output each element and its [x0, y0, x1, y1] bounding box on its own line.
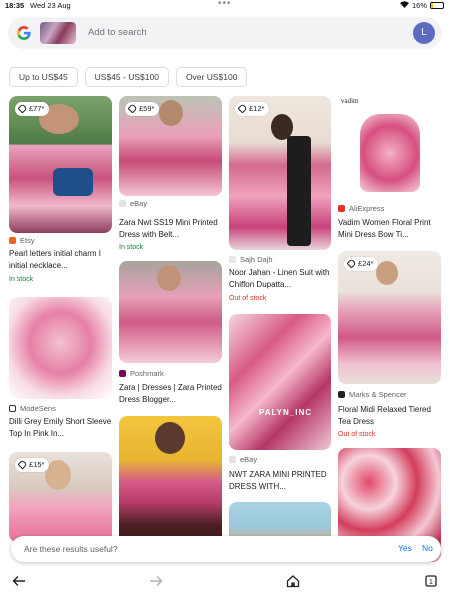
aliexpress-icon: [338, 205, 345, 212]
status-time: 18:35: [5, 1, 25, 10]
multitask-dots-icon[interactable]: •••: [218, 0, 232, 9]
result-image[interactable]: [119, 261, 222, 363]
clutch-bag-shape: [53, 168, 93, 196]
result-image[interactable]: PALYN_INC: [229, 314, 331, 450]
price-badge: £15*: [15, 458, 50, 472]
result-source: Poshmark: [119, 369, 164, 378]
price-badge: £24*: [344, 257, 379, 271]
price-tag-icon: [237, 103, 248, 114]
feedback-no-button[interactable]: No: [422, 543, 433, 553]
battery-icon: [430, 2, 444, 9]
price-tag-icon: [346, 258, 357, 269]
result-image[interactable]: [9, 297, 112, 399]
price-tag-icon: [17, 459, 28, 470]
price-tag-icon: [127, 103, 138, 114]
result-image[interactable]: [229, 96, 331, 250]
price-badge: £12*: [235, 102, 270, 116]
feedback-yes-button[interactable]: Yes: [398, 543, 412, 553]
ebay-icon: [229, 456, 236, 463]
stock-status: In stock: [9, 276, 34, 283]
svg-text:1: 1: [429, 579, 433, 586]
wifi-icon: [399, 1, 409, 10]
image-watermark: PALYN_INC: [259, 408, 313, 417]
status-right: 16%: [399, 1, 444, 10]
feedback-bar: Are these results useful? Yes No: [11, 536, 441, 562]
result-source: Sajh Dajh: [229, 255, 273, 264]
result-title[interactable]: Dilli Grey Emily Short Sleeve Top In Pin…: [9, 416, 112, 440]
ebay-icon: [119, 200, 126, 207]
home-icon[interactable]: [283, 574, 303, 594]
dupatta-shape: [287, 136, 311, 246]
result-image[interactable]: [9, 96, 112, 233]
search-bar[interactable]: Add to search L: [8, 17, 442, 49]
status-date: Wed 23 Aug: [30, 1, 71, 10]
price-badge: £77*: [15, 102, 50, 116]
etsy-icon: [9, 237, 16, 244]
avatar[interactable]: L: [413, 22, 435, 44]
tabs-icon[interactable]: 1: [421, 574, 441, 594]
result-title[interactable]: NWT ZARA MINI PRINTED DRESS WITH...: [229, 469, 331, 493]
marks-spencer-icon: [338, 391, 345, 398]
brand-logo-text: vadim: [341, 97, 359, 105]
search-image-thumbnail[interactable]: [40, 22, 76, 44]
battery-percent: 16%: [411, 1, 427, 10]
result-source: Etsy: [9, 236, 35, 245]
bottom-navigation-bar: 1: [0, 566, 450, 600]
stock-status: In stock: [119, 244, 144, 251]
filter-chip-over-100[interactable]: Over US$100: [175, 67, 248, 87]
result-title[interactable]: Zara | Dresses | Zara Printed Dress Blog…: [119, 382, 222, 406]
price-filters: Up to US$45 US$45 - US$100 Over US$100: [9, 67, 248, 87]
price-badge: £59*: [125, 102, 160, 116]
google-logo-icon: [17, 26, 31, 45]
result-title[interactable]: Floral Midi Relaxed Tiered Tea Dress: [338, 404, 441, 428]
forward-arrow-icon[interactable]: [146, 574, 166, 594]
result-source: ModeSens: [9, 404, 56, 413]
dress-shape: [360, 114, 420, 192]
stock-status: Out of stock: [338, 431, 376, 438]
feedback-question: Are these results useful?: [24, 544, 118, 554]
result-source: Marks & Spencer: [338, 390, 407, 399]
filter-chip-up-to-45[interactable]: Up to US$45: [9, 67, 78, 87]
modesens-icon: [9, 405, 16, 412]
price-tag-icon: [17, 103, 28, 114]
result-source: eBay: [229, 455, 257, 464]
search-input[interactable]: Add to search: [88, 27, 147, 38]
result-source: eBay: [119, 199, 147, 208]
back-arrow-icon[interactable]: [9, 574, 29, 594]
result-source: AliExpress: [338, 204, 384, 213]
result-image[interactable]: vadim: [338, 96, 441, 198]
filter-chip-45-100[interactable]: US$45 - US$100: [84, 67, 169, 87]
poshmark-icon: [119, 370, 126, 377]
result-title[interactable]: Zara Nwt SS19 Mini Printed Dress with Be…: [119, 217, 222, 241]
result-title[interactable]: Vadim Women Floral Print Mini Dress Bow …: [338, 217, 441, 241]
result-title[interactable]: Pearl letters initial charm I initial ne…: [9, 248, 112, 272]
stock-status: Out of stock: [229, 295, 267, 302]
result-title[interactable]: Noor Jahan - Linen Suit with Chiffon Dup…: [229, 267, 331, 291]
status-bar: 18:35 Wed 23 Aug ••• 16%: [0, 0, 450, 12]
sajhdajh-icon: [229, 256, 236, 263]
